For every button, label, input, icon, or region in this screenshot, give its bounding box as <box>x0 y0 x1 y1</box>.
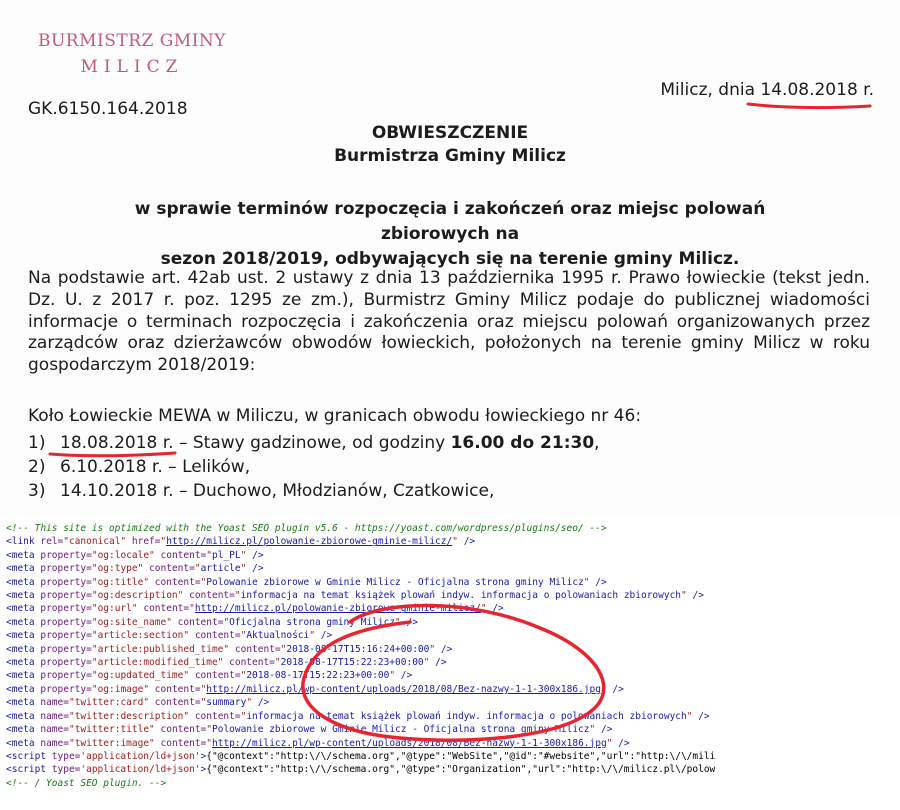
meta-tag-line: <meta name="twitter:title" content="Polo… <box>6 724 613 736</box>
meta-content: 2018-08-17T15:22:23+00:00 <box>280 657 424 669</box>
meta-content: informacja na temat książek plowań indyw… <box>246 710 687 722</box>
page-source-snippet: <!-- This site is optimized with the Yoa… <box>6 523 716 789</box>
place-date: Milicz, dnia 14.08.2018 r. <box>660 80 874 100</box>
meta-content: summary <box>206 697 247 709</box>
meta-tag-line: <meta property="og:url" content="http://… <box>6 603 504 615</box>
meta-key: og:updated_time <box>97 670 184 682</box>
meta-content: Polowanie zbiorowe w Gminie Milicz - Ofi… <box>206 576 584 588</box>
meta-key: og:url <box>97 603 132 615</box>
hunt-date: 6.10.2018 r. <box>60 457 163 477</box>
meta-key: og:image <box>97 683 144 695</box>
meta-tag-line: <meta name="twitter:description" content… <box>6 710 710 722</box>
meta-content: informacja na temat książek plowań indyw… <box>240 590 682 602</box>
hunt-date: 18.08.2018 r. <box>60 433 174 453</box>
meta-tag-line: <meta property="og:description" content=… <box>6 590 704 602</box>
meta-key: og:description <box>97 590 178 602</box>
meta-key: og:site_name <box>97 616 167 628</box>
meta-content[interactable]: http://milicz.pl/wp-content/uploads/2018… <box>212 738 607 749</box>
meta-tag-line: <meta name="twitter:image" content="http… <box>6 737 630 749</box>
notice-date: 14.08.2018 r. <box>760 80 874 100</box>
meta-tag-lines: <meta property="og:locale" content="pl_P… <box>6 550 710 749</box>
meta-tag-line: <meta property="og:type" content="articl… <box>6 563 264 575</box>
hunt-list: 1) 18.08.2018 r. – Stawy gadzinowe, od go… <box>28 431 600 503</box>
meta-key: og:type <box>97 563 138 575</box>
hunt-item: 2) 6.10.2018 r. – Lelików, <box>28 457 251 477</box>
yoast-comment-close: <!-- / Yoast SEO plugin. --> <box>6 777 167 789</box>
meta-tag-line: <meta property="article:published_time" … <box>6 643 453 655</box>
meta-content: Polowanie zbiorowe w Gminie Milicz - Ofi… <box>212 724 590 736</box>
meta-content: 2018-08-17T15:22:23+00:00 <box>246 670 390 682</box>
legal-basis-paragraph: Na podstawie art. 42ab ust. 2 ustawy z d… <box>28 268 870 376</box>
meta-key: twitter:description <box>74 710 184 722</box>
meta-key: twitter:card <box>74 697 144 709</box>
meta-tag-line: <meta property="og:locale" content="pl_P… <box>6 549 264 561</box>
meta-content: pl_PL <box>212 549 241 561</box>
office-stamp: BURMISTRZ GMINY MILICZ <box>22 28 242 80</box>
meta-key: article:modified_time <box>97 657 218 669</box>
place-date-prefix: Milicz, dnia <box>660 80 761 100</box>
stamp-line-1: BURMISTRZ GMINY <box>37 31 227 51</box>
meta-key: article:published_time <box>97 643 224 655</box>
meta-key: twitter:title <box>74 724 150 736</box>
hunting-club-line: Koło Łowieckie MEWA w Miliczu, w granica… <box>28 406 642 426</box>
meta-tag-line: <meta property="article:section" content… <box>6 630 333 642</box>
meta-key: twitter:image <box>74 737 150 749</box>
meta-content: article <box>200 563 241 575</box>
meta-tag-line: <meta property="og:updated_time" content… <box>6 670 413 682</box>
scanned-notice: BURMISTRZ GMINY MILICZ Milicz, dnia 14.0… <box>0 0 900 518</box>
meta-content: Aktualności <box>246 630 310 642</box>
stamp-line-2: MILICZ <box>80 57 184 77</box>
meta-content: Oficjalna strona gminy Milicz <box>229 616 396 628</box>
canonical-link[interactable]: http://milicz.pl/polowanie-zbiorowe-gmin… <box>166 536 452 547</box>
meta-key: article:section <box>97 630 184 642</box>
reference-number: GK.6150.164.2018 <box>28 99 188 119</box>
meta-content: 2018-08-17T15:16:24+00:00 <box>286 643 430 655</box>
meta-content[interactable]: http://milicz.pl/wp-content/uploads/2018… <box>206 684 601 695</box>
ld-json-website: {"@context":"http:\/\/schema.org","@type… <box>206 750 716 762</box>
hunt-item: 3) 14.10.2018 r. – Duchowo, Młodzianów, C… <box>28 481 495 501</box>
notice-subject: w sprawie terminów rozpoczęcia i zakończ… <box>80 197 820 272</box>
hunt-time: 16.00 do 21:30 <box>450 433 595 453</box>
meta-key: og:locale <box>97 549 150 561</box>
meta-content[interactable]: http://milicz.pl/polowanie-zbiorowe-gmin… <box>195 603 481 614</box>
subject-line-1: w sprawie terminów rozpoczęcia i zakończ… <box>134 199 766 244</box>
meta-tag-line: <meta name="twitter:card" content="summa… <box>6 697 270 709</box>
ld-json-organization: {"@context":"http:\/\/schema.org","@type… <box>206 764 716 776</box>
notice-title: OBWIESZCZENIE <box>371 123 529 143</box>
meta-tag-line: <meta property="article:modified_time" c… <box>6 657 447 669</box>
meta-key: og:title <box>97 576 144 588</box>
meta-tag-line: <meta property="og:title" content="Polow… <box>6 576 607 588</box>
notice-issuer: Burmistrza Gminy Milicz <box>334 146 566 166</box>
meta-tag-line: <meta property="og:image" content="http:… <box>6 683 624 695</box>
meta-tag-line: <meta property="og:site_name" content="O… <box>6 616 418 628</box>
yoast-comment-open: <!-- This site is optimized with the Yoa… <box>6 523 607 534</box>
hunt-item: 1) 18.08.2018 r. – Stawy gadzinowe, od go… <box>28 433 600 453</box>
hunt-date: 14.10.2018 r. <box>60 481 174 501</box>
